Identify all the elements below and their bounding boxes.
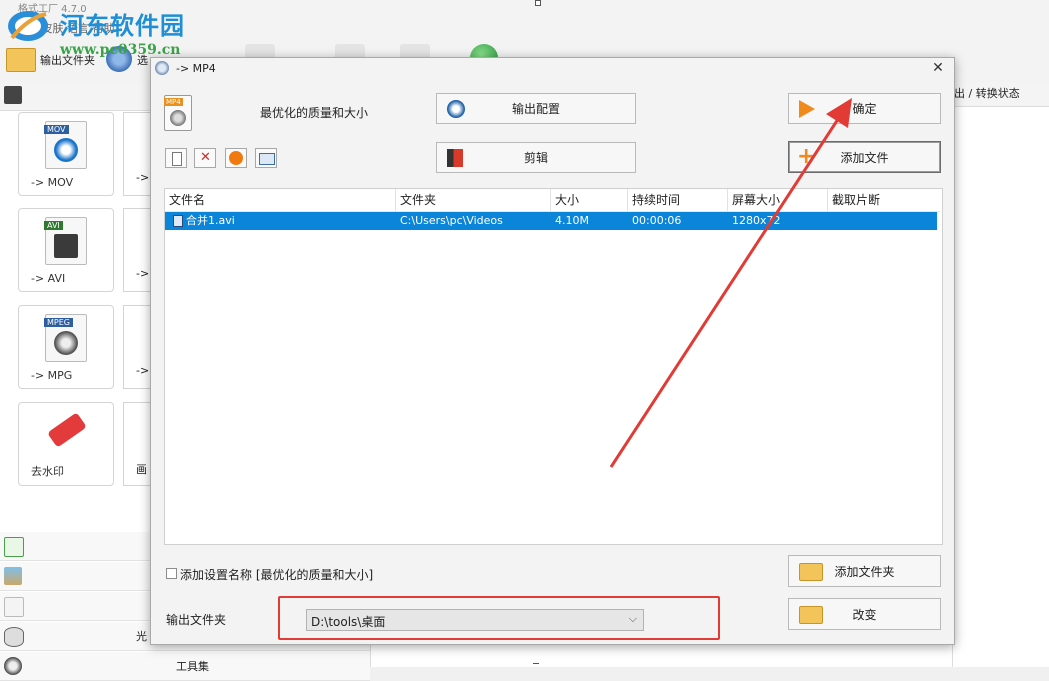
- quicktime-icon: [170, 110, 186, 126]
- add-setting-name-label: 添加设置名称 [最优化的质量和大小]: [180, 568, 374, 582]
- cell-duration: 00:00:06: [632, 214, 682, 227]
- film-reel-icon: [54, 331, 78, 355]
- tile-tag: MOV: [44, 125, 69, 134]
- dialog-title: -> MP4: [176, 62, 216, 75]
- close-icon[interactable]: ✕: [930, 60, 946, 76]
- add-folder-button[interactable]: 添加文件夹: [788, 555, 941, 587]
- clip-button[interactable]: 剪辑: [436, 142, 636, 173]
- column-header-filename[interactable]: 文件名: [165, 189, 396, 211]
- clip-label: 剪辑: [523, 151, 548, 165]
- tile-label: -> MPG: [31, 369, 73, 382]
- file-info-tool[interactable]: [255, 148, 277, 168]
- file-list[interactable]: [164, 188, 943, 545]
- format-tile-mpg[interactable]: MPEG -> MPG: [18, 305, 114, 389]
- tile-label: 画: [136, 463, 147, 476]
- output-folder-label: 输出文件夹: [166, 613, 227, 627]
- disc-drive-icon: [4, 627, 24, 647]
- table-row[interactable]: 合并1.avi C:\Users\pc\Videos 4.10M 00:00:0…: [165, 212, 937, 230]
- column-header-screen-size[interactable]: 屏幕大小: [728, 189, 828, 211]
- format-tile-remove-watermark[interactable]: 去水印: [18, 402, 114, 486]
- change-label: 改变: [852, 607, 877, 622]
- add-file-button[interactable]: + 添加文件: [788, 141, 941, 173]
- dialog-app-icon: [155, 61, 169, 75]
- tile-tag: MPEG: [44, 318, 73, 327]
- change-button[interactable]: 改变: [788, 598, 941, 630]
- mpg-file-icon: MPEG: [44, 314, 87, 362]
- video-file-icon: [173, 215, 183, 227]
- tile-tag: AVI: [44, 221, 63, 230]
- tile-label: 去水印: [31, 465, 64, 478]
- category-label: 光: [136, 630, 147, 643]
- cell-folder: C:\Users\pc\Videos: [400, 214, 503, 227]
- play-tool[interactable]: [225, 148, 247, 168]
- info-window-icon: [259, 153, 275, 165]
- remove-file-tool[interactable]: [165, 148, 187, 168]
- film-strip-icon: [54, 234, 78, 258]
- avi-file-icon: AVI: [44, 217, 87, 265]
- add-setting-name-checkbox[interactable]: [166, 568, 177, 579]
- column-header-size[interactable]: 大小: [551, 189, 628, 211]
- tile-label: -> AVI: [31, 272, 66, 285]
- annotation-highlight-box: [278, 596, 720, 640]
- column-header-duration[interactable]: 持续时间: [628, 189, 728, 211]
- watermark-logo-icon: [8, 11, 48, 41]
- profile-quality-text: 最优化的质量和大小: [260, 106, 369, 120]
- quicktime-icon: [54, 138, 78, 162]
- format-tile-avi[interactable]: AVI -> AVI: [18, 208, 114, 292]
- folder-icon: [6, 48, 36, 72]
- tile-label: ->: [136, 267, 150, 280]
- cell-screen-size: 1280x720: [732, 214, 780, 227]
- clear-list-tool[interactable]: ✕: [194, 148, 216, 168]
- conversion-status-header: 出 / 转换状态: [952, 82, 1049, 107]
- document-icon: [4, 597, 24, 617]
- picture-icon: [4, 567, 22, 585]
- toolbox-icon: [4, 657, 22, 675]
- column-header-folder[interactable]: 文件夹: [396, 189, 551, 211]
- profile-tag: MP4: [164, 98, 183, 106]
- music-icon: [4, 537, 24, 557]
- cell-filename: 合并1.avi: [186, 214, 235, 227]
- confirm-label: 确定: [852, 102, 877, 116]
- document-remove-icon: [172, 152, 182, 166]
- mp4-file-icon: MP4: [164, 95, 192, 131]
- add-folder-label: 添加文件夹: [834, 564, 895, 579]
- output-config-button[interactable]: 输出配置: [436, 93, 636, 124]
- confirm-button[interactable]: 确定: [788, 93, 941, 124]
- eraser-icon: [47, 412, 87, 448]
- watermark-url: www.pc0359.cn: [60, 42, 181, 58]
- tile-label: ->: [136, 364, 150, 377]
- cell-size: 4.10M: [555, 214, 589, 227]
- output-config-label: 输出配置: [511, 102, 560, 116]
- add-file-label: 添加文件: [840, 150, 889, 165]
- resize-handle[interactable]: [535, 0, 541, 6]
- resize-handle[interactable]: [533, 663, 539, 664]
- column-header-clip[interactable]: 截取片断: [828, 189, 940, 211]
- mov-file-icon: MOV: [44, 121, 87, 169]
- tile-label: ->: [136, 171, 150, 184]
- film-icon: [4, 86, 22, 104]
- delete-x-icon: ✕: [200, 150, 211, 165]
- category-label: 工具集: [176, 660, 209, 673]
- tile-label: -> MOV: [31, 176, 74, 189]
- play-icon: [229, 151, 243, 165]
- format-tile-mov[interactable]: MOV -> MOV: [18, 112, 114, 196]
- watermark-text: 河东软件园: [60, 11, 185, 40]
- file-list-header: 文件名 文件夹 大小 持续时间 屏幕大小 截取片断: [165, 189, 940, 212]
